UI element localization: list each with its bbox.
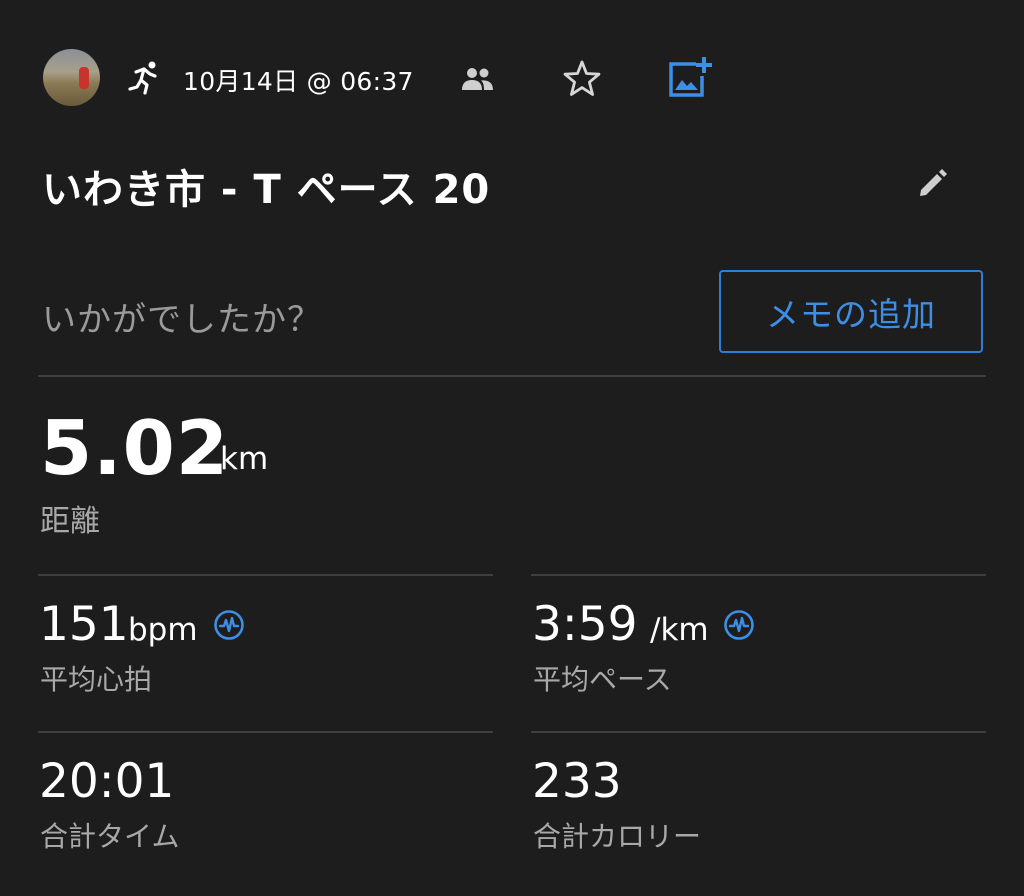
- avg-pace-value: 3:59: [532, 597, 638, 652]
- total-time-label: 合計タイム: [40, 820, 180, 853]
- avg-heart-rate-label: 平均心拍: [40, 663, 153, 696]
- divider: [531, 574, 986, 576]
- avatar[interactable]: [43, 49, 100, 106]
- running-icon: [128, 61, 157, 95]
- heart-rate-icon[interactable]: [723, 609, 755, 641]
- star-icon[interactable]: [561, 58, 603, 100]
- divider: [38, 375, 986, 377]
- feedback-prompt: いかがでしたか？: [42, 300, 322, 340]
- total-calories-value: 233: [532, 754, 622, 809]
- avg-pace-unit: /km: [650, 612, 709, 648]
- heart-rate-icon[interactable]: [213, 609, 245, 641]
- activity-title: いわき市 - T ペース 20: [42, 167, 491, 213]
- add-photo-icon[interactable]: [666, 56, 712, 100]
- distance-value: 5.02: [40, 404, 230, 492]
- people-icon[interactable]: [461, 66, 494, 92]
- divider: [38, 574, 493, 576]
- divider: [531, 731, 986, 733]
- avg-heart-rate-value: 151: [39, 597, 129, 652]
- activity-detail-page: 10月14日 @ 06:37 いわき市 - T ペース 20 いかがでしたか？ …: [0, 0, 1024, 896]
- add-memo-button[interactable]: メモの追加: [719, 270, 983, 353]
- distance-unit: km: [220, 441, 269, 477]
- distance-label: 距離: [40, 504, 100, 539]
- avg-pace-label: 平均ペース: [533, 663, 672, 696]
- edit-icon[interactable]: [915, 166, 949, 200]
- activity-date: 10月14日 @ 06:37: [183, 67, 414, 96]
- avg-heart-rate-unit: bpm: [128, 612, 198, 648]
- total-calories-label: 合計カロリー: [533, 820, 702, 853]
- total-time-value: 20:01: [39, 754, 175, 809]
- divider: [38, 731, 493, 733]
